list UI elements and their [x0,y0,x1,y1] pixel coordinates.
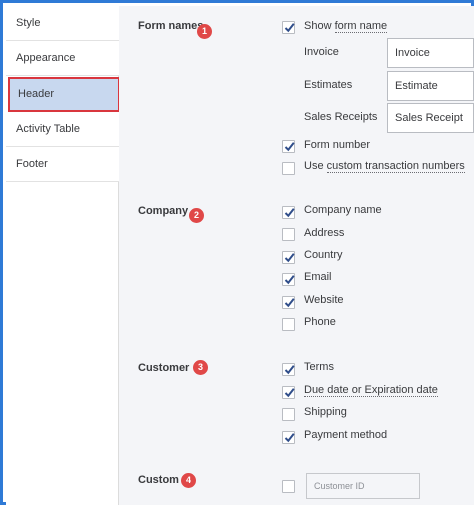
payment-method-checkbox[interactable] [282,431,295,444]
show-form-name-label: Show form name [304,20,388,33]
custom-numbers-checkbox[interactable] [282,162,295,175]
checkmark-icon [284,23,295,33]
estimate-name-input[interactable]: Estimate [387,71,474,101]
terms-checkbox[interactable] [282,363,295,376]
shipping-checkbox[interactable] [282,408,295,421]
country-checkbox[interactable] [282,251,295,264]
company-name-checkbox[interactable] [282,206,295,219]
due-date-text: Due date or Expiration date [304,384,438,397]
checkmark-icon [284,365,295,375]
sidebar-item-appearance[interactable]: Appearance [6,41,119,76]
address-checkbox[interactable] [282,228,295,241]
section-title-custom: Custom [138,474,179,486]
sales-receipt-name-input[interactable]: Sales Receipt [387,103,474,133]
due-date-checkbox[interactable] [282,386,295,399]
checkmark-icon [284,388,295,398]
company-name-label: Company name [304,204,382,216]
step-badge-3: 3 [193,360,208,375]
show-form-name-checkbox[interactable] [282,21,295,34]
checkmark-icon [284,298,295,308]
custom-numbers-label: Use custom transaction numbers [304,160,465,173]
sidebar-item-header[interactable]: Header [8,77,120,112]
terms-label: Terms [304,361,334,373]
sales-receipts-label: Sales Receipts [304,111,378,123]
form-number-checkbox[interactable] [282,140,295,153]
website-label: Website [304,294,344,306]
shipping-label: Shipping [304,406,347,418]
email-checkbox[interactable] [282,273,295,286]
custom-numbers-prefix: Use [304,160,327,172]
checkmark-icon [284,142,295,152]
form-name-link[interactable]: form name [334,20,388,33]
sidebar: Style Appearance Header Activity Table F… [6,6,120,505]
website-checkbox[interactable] [282,296,295,309]
form-number-label: Form number [304,139,371,151]
sidebar-item-style[interactable]: Style [6,6,119,41]
invoice-name-input[interactable]: Invoice [387,38,474,68]
phone-checkbox[interactable] [282,318,295,331]
custom-field-checkbox[interactable] [282,480,295,493]
custom-transaction-numbers-link[interactable]: custom transaction numbers [326,160,465,173]
address-label: Address [304,227,345,239]
due-date-label: Due date or Expiration date [304,384,438,397]
sidebar-item-activity-table[interactable]: Activity Table [6,112,119,147]
invoice-label: Invoice [304,46,339,58]
checkmark-icon [284,433,295,443]
step-badge-1: 1 [197,24,212,39]
section-title-form-names: Form names [138,20,204,32]
email-label: Email [304,271,332,283]
phone-label: Phone [304,316,336,328]
checkmark-icon [284,208,295,218]
step-badge-4: 4 [181,473,196,488]
customer-id-input[interactable]: Customer ID [306,473,420,499]
section-title-company: Company [138,205,189,217]
step-badge-2: 2 [189,208,204,223]
checkmark-icon [284,275,295,285]
payment-method-label: Payment method [304,429,388,441]
show-form-name-prefix: Show [304,20,335,32]
section-title-customer: Customer [138,362,190,374]
estimates-label: Estimates [304,79,353,91]
checkmark-icon [284,253,295,263]
country-label: Country [304,249,343,261]
sidebar-item-footer[interactable]: Footer [6,147,119,182]
